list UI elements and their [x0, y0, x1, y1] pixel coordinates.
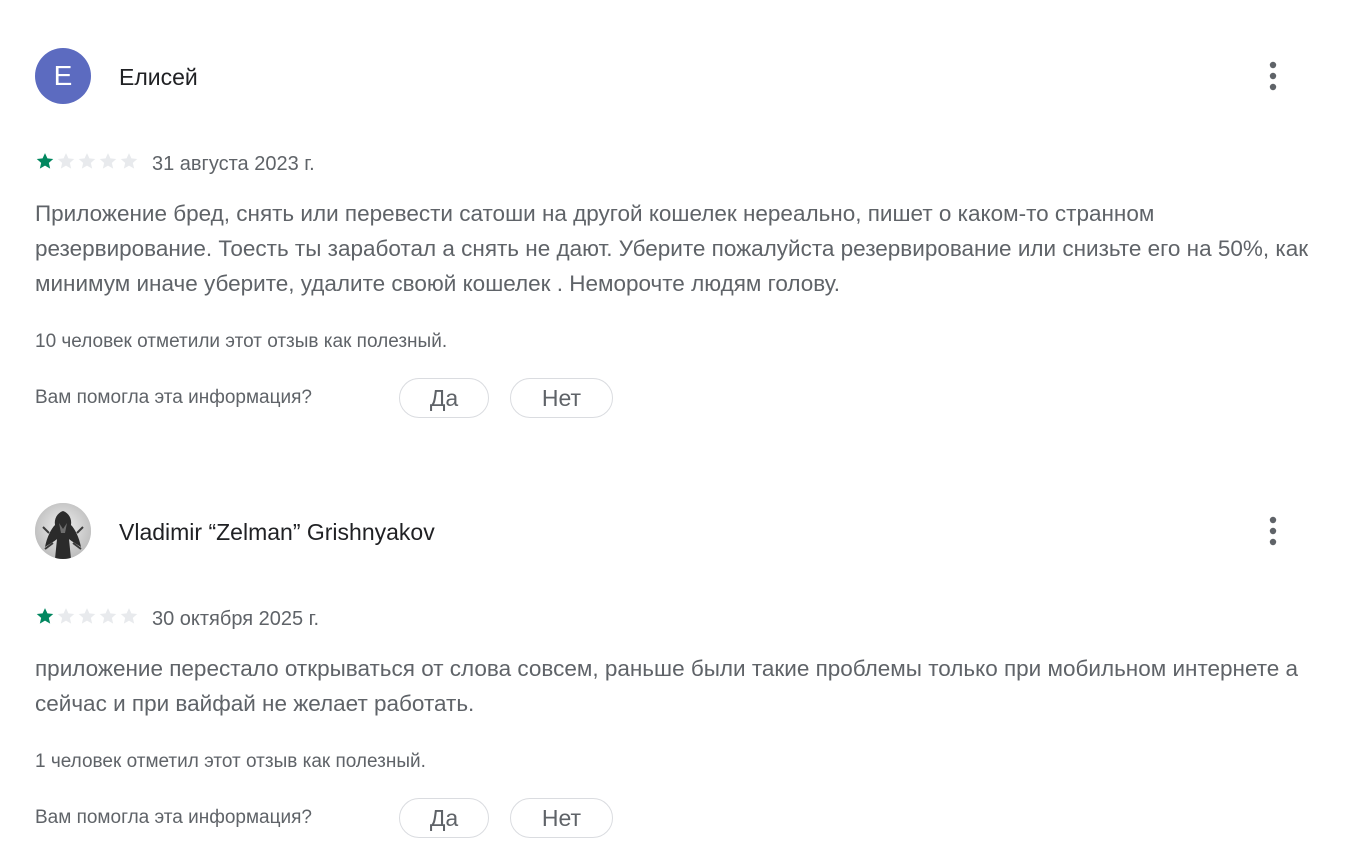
review-text: Приложение бред, снять или перевести сат…	[35, 201, 1309, 296]
more-vert-icon	[1269, 516, 1277, 546]
star-icon	[99, 608, 117, 624]
star-rating	[35, 151, 139, 173]
more-options-button[interactable]	[1253, 56, 1293, 96]
avatar-letter: Е	[53, 60, 73, 91]
helpful-count: 1 человек отметил этот отзыв как полезны…	[35, 751, 426, 772]
star-icon	[120, 153, 138, 169]
star-icon	[120, 608, 138, 624]
more-options-button[interactable]	[1253, 511, 1293, 551]
helpful-question: Вам помогла эта информация?	[35, 807, 312, 828]
star-icon	[57, 608, 75, 624]
more-vert-icon	[1269, 61, 1277, 91]
no-button[interactable]: Нет	[510, 378, 613, 418]
author-name: Vladimir “Zelman” Grishnyakov	[119, 519, 435, 545]
yes-button[interactable]: Да	[399, 378, 489, 418]
star-icon	[36, 608, 54, 624]
helpful-count: 10 человек отметили этот отзыв как полез…	[35, 331, 448, 352]
star-rating	[35, 606, 139, 628]
yes-button[interactable]: Да	[399, 798, 489, 838]
review-date: 31 августа 2023 г.	[152, 153, 315, 175]
star-icon	[99, 153, 117, 169]
star-icon	[78, 153, 96, 169]
review-text: приложение перестало открываться от слов…	[35, 656, 1299, 716]
author-name: Елисей	[119, 64, 198, 90]
helpful-question: Вам помогла эта информация?	[35, 387, 312, 408]
star-icon	[36, 153, 54, 169]
star-icon	[57, 153, 75, 169]
avatar: Е	[35, 48, 91, 104]
no-button[interactable]: Нет	[510, 798, 613, 838]
avatar-photo-icon	[35, 503, 91, 559]
review-date: 30 октября 2025 г.	[152, 608, 320, 630]
star-icon	[78, 608, 96, 624]
avatar	[35, 503, 91, 559]
